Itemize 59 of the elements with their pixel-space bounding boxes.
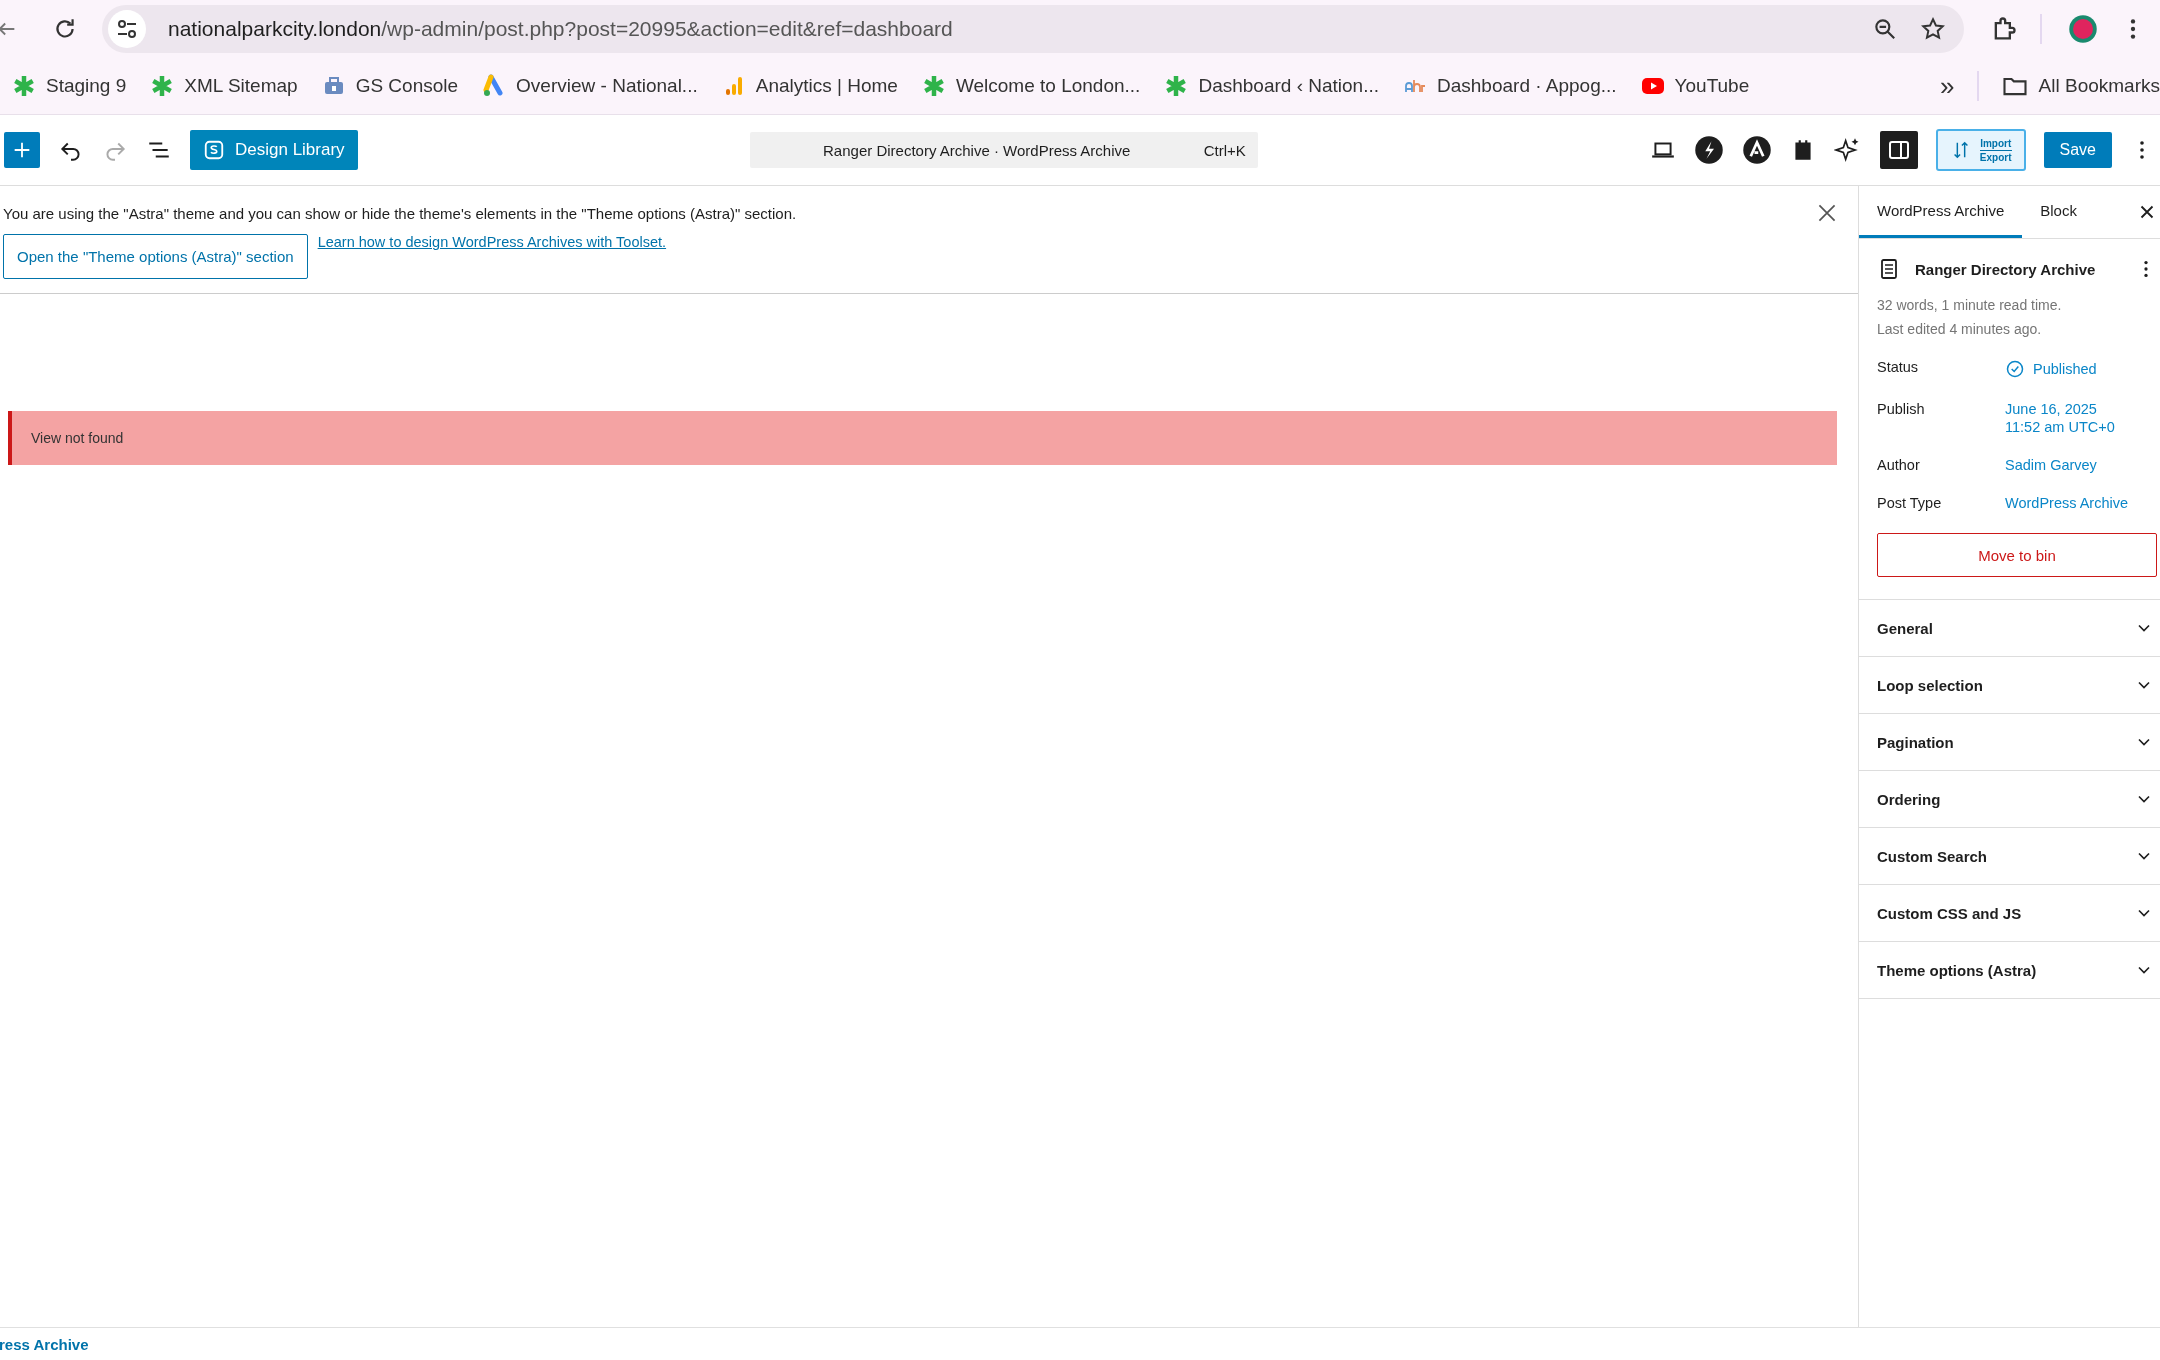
learn-link[interactable]: Learn how to design WordPress Archives with Toolset.	[317, 234, 667, 250]
word-count: 32 words, 1 minute read time.	[1877, 297, 2063, 313]
status-link[interactable]: Published	[2005, 359, 2097, 379]
field-link[interactable]: Sadim Garvey	[2005, 457, 2097, 473]
panel-header[interactable]: Ordering	[1859, 771, 2160, 828]
bookmark[interactable]: GS Console	[321, 74, 459, 98]
a-logo-icon[interactable]	[1741, 135, 1772, 165]
field-label: Status	[1877, 359, 1920, 375]
avatar-icon[interactable]	[2068, 14, 2098, 44]
s-logo-icon	[203, 139, 225, 161]
panel-header[interactable]: Custom CSS and JS	[1859, 885, 2160, 942]
command-bar[interactable]: Ranger Directory Archive · WordPress Archive Ctrl+K	[749, 132, 1258, 168]
design-library-button[interactable]: Design Library	[190, 130, 358, 170]
asterisk-icon	[1164, 74, 1189, 98]
publish-date-link[interactable]: June 16, 2025 11:52 am UTC+0	[2005, 401, 2115, 435]
bookmark[interactable]: Analytics | Home	[721, 74, 898, 98]
lightning-logo-icon[interactable]	[1693, 135, 1724, 165]
sidebar-icon	[1886, 138, 1911, 162]
sidebar-tab[interactable]: Block	[2022, 186, 2095, 238]
field-label: Author	[1877, 457, 1921, 473]
post-title: Ranger Directory Archive	[1915, 260, 2096, 278]
field-link[interactable]: WordPress Archive	[2005, 495, 2129, 511]
asterisk-icon	[12, 74, 36, 98]
address-bar[interactable]: nationalparkcity.london/wp-admin/post.php?post=20995&action=edit&ref=dashboard	[102, 5, 1964, 53]
bookmark[interactable]: XML Sitemap	[150, 74, 298, 98]
panel-header[interactable]: Theme options (Astra)	[1859, 942, 2160, 999]
panel-header[interactable]: General	[1859, 600, 2160, 657]
more-bookmarks-button[interactable]: »	[1940, 70, 1955, 102]
add-block-button[interactable]	[4, 132, 40, 168]
save-button[interactable]: Save	[2043, 132, 2112, 168]
error-message: View not found	[8, 411, 1837, 465]
bookmark[interactable]: Welcome to London...	[921, 74, 1141, 98]
panel-header[interactable]: Custom Search	[1859, 828, 2160, 885]
bookmark[interactable]: Overview - National...	[482, 74, 698, 98]
move-to-bin-button[interactable]: Move to bin	[1877, 533, 2157, 577]
breadcrumb-link[interactable]: ress Archive	[0, 1335, 89, 1353]
bookmark[interactable]: Dashboard ‹ Nation...	[1164, 74, 1379, 98]
bookmark[interactable]: Staging 9	[12, 74, 127, 98]
panel-header[interactable]: Pagination	[1859, 714, 2160, 771]
theme-options-button[interactable]: Open the "Theme options (Astra)" section	[3, 234, 308, 279]
bookmark[interactable]: YouTube	[1640, 74, 1750, 98]
star-icon[interactable]	[1920, 16, 1946, 42]
notice-text: You are using the "Astra" theme and you can show or hide the theme's elements in the "Theme options (Astra)" section.	[3, 204, 797, 222]
asterisk-icon	[921, 74, 946, 98]
zoom-icon[interactable]	[1872, 16, 1898, 42]
sidebar-tab[interactable]: WordPress Archive	[1859, 186, 2023, 238]
bookmark[interactable]: Dashboard · Appog...	[1403, 74, 1617, 98]
import-export-button[interactable]: Import Export	[1935, 129, 2026, 171]
sidebar-toggle-button[interactable]	[1879, 131, 1918, 169]
last-edited: Last edited 4 minutes ago.	[1877, 321, 2043, 337]
site-info-button[interactable]	[108, 10, 146, 48]
tune-icon	[115, 17, 139, 41]
panel-header[interactable]: Loop selection	[1859, 657, 2160, 714]
field-label: Publish	[1877, 401, 1926, 417]
asterisk-icon	[150, 74, 175, 98]
field-label: Post Type	[1877, 495, 1943, 511]
url-text[interactable]: nationalparkcity.london/wp-admin/post.php?post=20995&action=edit&ref=dashboard	[168, 17, 953, 41]
check-circle-icon	[2005, 359, 2025, 379]
all-bookmarks-button[interactable]: All Bookmarks	[2000, 72, 2160, 100]
